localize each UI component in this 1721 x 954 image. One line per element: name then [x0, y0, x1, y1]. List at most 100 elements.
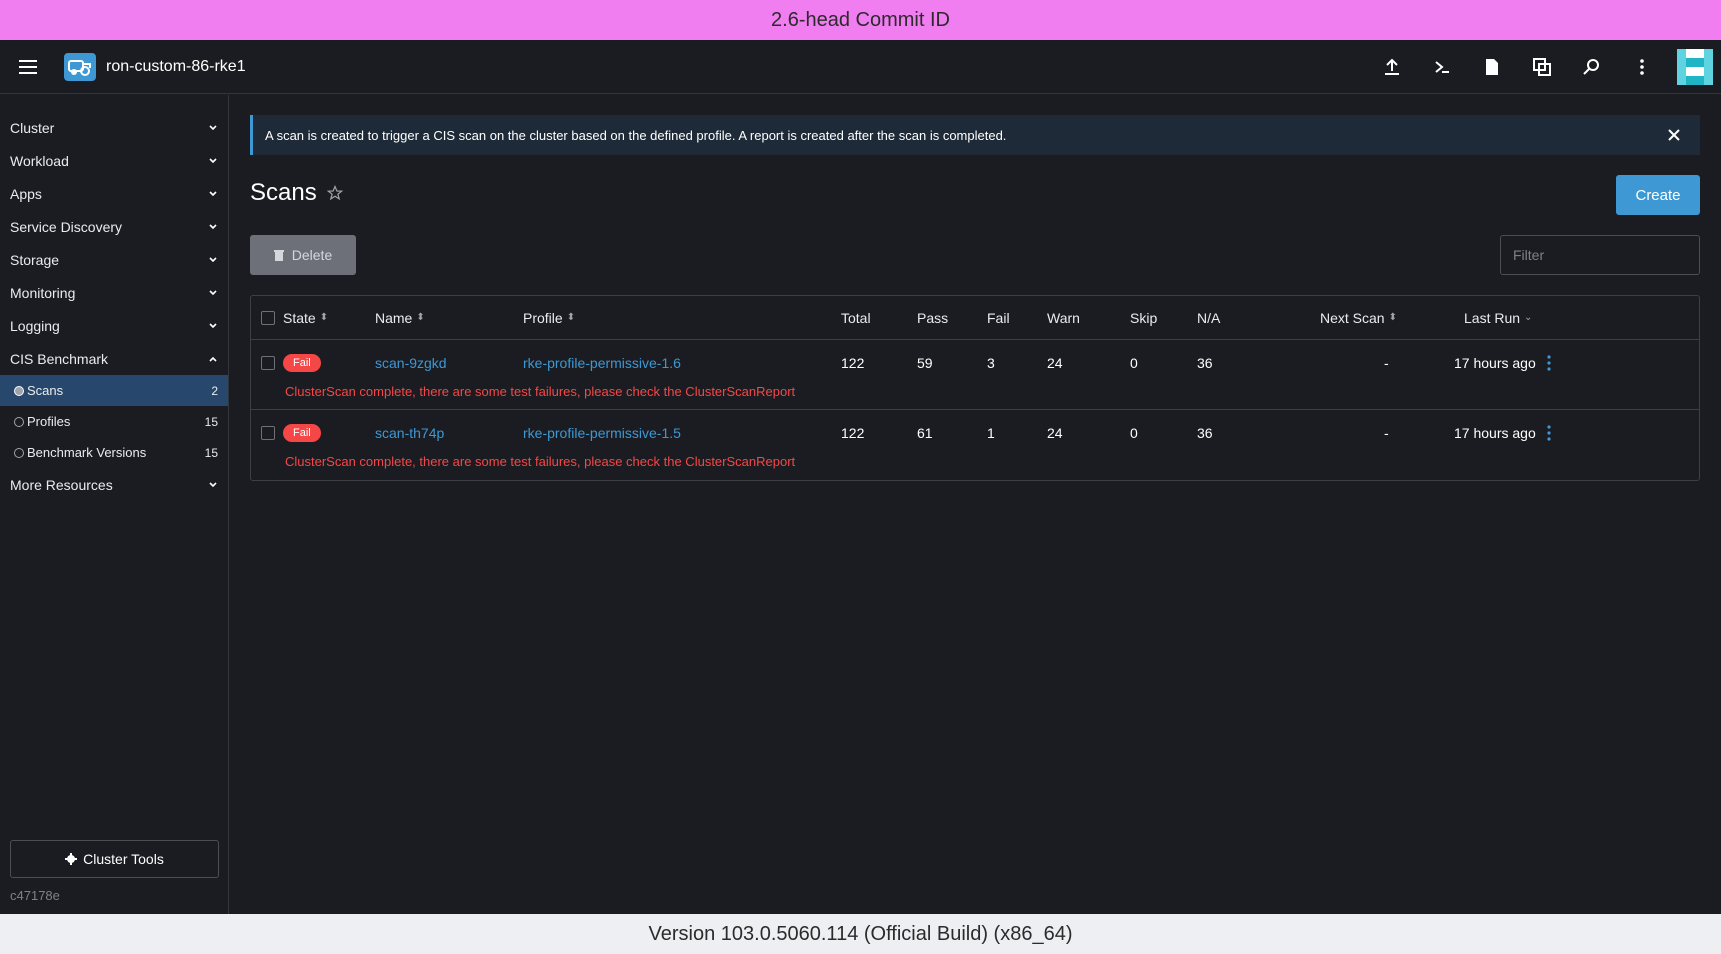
cluster-tools-label: Cluster Tools	[83, 851, 164, 867]
more-vertical-icon[interactable]	[1539, 423, 1559, 443]
info-banner: A scan is created to trigger a CIS scan …	[250, 115, 1700, 155]
top-banner: 2.6-head Commit ID	[0, 0, 1721, 40]
row-checkbox[interactable]	[261, 426, 275, 440]
cluster-tools-button[interactable]: Cluster Tools	[10, 840, 219, 878]
page-title: Scans	[250, 179, 343, 207]
column-header-pass: Pass	[917, 296, 948, 340]
close-icon[interactable]	[1666, 127, 1682, 143]
scan-name-link[interactable]: scan-th74p	[375, 425, 444, 441]
column-label: State	[283, 310, 316, 326]
sidebar-group-cluster[interactable]: Cluster	[0, 111, 228, 144]
upload-icon[interactable]	[1367, 40, 1417, 94]
app-header: ron-custom-86-rke1	[0, 40, 1721, 94]
row-status-message: ClusterScan complete, there are some tes…	[285, 454, 796, 469]
main-content: A scan is created to trigger a CIS scan …	[230, 95, 1721, 914]
sidebar-item-scans[interactable]: Scans 2	[0, 375, 228, 406]
skip-cell: 0	[1130, 425, 1138, 441]
trash-icon	[273, 250, 284, 261]
sidebar-group-label: Monitoring	[10, 284, 76, 301]
chevron-down-icon	[209, 157, 217, 163]
sidebar-item-count: 15	[204, 414, 218, 429]
row-select-cell	[261, 340, 275, 386]
header-actions	[1367, 40, 1713, 94]
scan-name-link[interactable]: scan-9zgkd	[375, 355, 447, 371]
sidebar-group-apps[interactable]: Apps	[0, 177, 228, 210]
sidebar-item-label: Profiles	[27, 414, 71, 429]
profile-cell: rke-profile-permissive-1.6	[523, 340, 681, 386]
sidebar-group-workload[interactable]: Workload	[0, 144, 228, 177]
kubectl-shell-icon[interactable]	[1417, 40, 1467, 94]
state-cell: Fail	[283, 410, 321, 456]
user-avatar[interactable]	[1677, 49, 1713, 85]
copy-kubeconfig-icon[interactable]	[1517, 40, 1567, 94]
sidebar-group-logging[interactable]: Logging	[0, 309, 228, 342]
sidebar-group-label: Apps	[10, 185, 42, 202]
kubeconfig-file-icon[interactable]	[1467, 40, 1517, 94]
status-badge: Fail	[283, 424, 321, 442]
resource-icon	[14, 447, 24, 458]
column-label: N/A	[1197, 310, 1221, 326]
star-icon[interactable]	[326, 185, 343, 201]
bottom-banner: Version 103.0.5060.114 (Official Build) …	[0, 914, 1721, 954]
more-vertical-icon[interactable]	[1539, 353, 1559, 373]
profile-cell: rke-profile-permissive-1.5	[523, 410, 681, 456]
column-header-last-run[interactable]: Last Run ⌄	[1464, 296, 1532, 340]
column-label: Last Run	[1464, 310, 1521, 326]
column-header-total: Total	[841, 296, 871, 340]
column-label: Name	[375, 310, 413, 326]
cluster-icon	[64, 52, 96, 81]
sidebar-item-count: 2	[211, 383, 218, 398]
chevron-down-icon	[209, 289, 217, 295]
chevron-down-icon	[209, 256, 217, 262]
more-vertical-icon[interactable]	[1617, 40, 1667, 94]
na-cell: 36	[1197, 425, 1213, 441]
search-icon[interactable]	[1567, 40, 1617, 94]
chevron-down-icon	[209, 124, 217, 130]
sidebar-group-monitoring[interactable]: Monitoring	[0, 276, 228, 309]
chevron-down-icon	[209, 223, 217, 229]
next-scan-cell: -	[1384, 355, 1389, 371]
row-status-message: ClusterScan complete, there are some tes…	[285, 384, 796, 399]
sidebar-item-profiles[interactable]: Profiles 15	[0, 406, 228, 437]
page-title-text: Scans	[250, 179, 317, 206]
row-actions-cell	[1539, 410, 1559, 456]
column-header-next-scan[interactable]: Next Scan ⬍	[1320, 296, 1397, 340]
sidebar-item-count: 15	[204, 445, 218, 460]
create-button[interactable]: Create	[1616, 175, 1700, 215]
chevron-down-icon	[209, 190, 217, 196]
column-header-profile[interactable]: Profile ⬍	[523, 296, 575, 340]
state-cell: Fail	[283, 340, 321, 386]
fail-cell: 1	[987, 425, 995, 441]
column-label: Skip	[1130, 310, 1158, 326]
filter-input[interactable]	[1500, 235, 1700, 275]
sidebar-item-label: Scans	[27, 383, 64, 398]
delete-button[interactable]: Delete	[250, 235, 356, 275]
scans-table: State ⬍ Name ⬍ Profile ⬍ Total Pass Fail Wa…	[250, 295, 1700, 481]
status-badge: Fail	[283, 354, 321, 372]
sidebar-item-benchmark-versions[interactable]: Benchmark Versions 15	[0, 437, 228, 468]
column-label: Next Scan	[1320, 310, 1385, 326]
sidebar-group-service-discovery[interactable]: Service Discovery	[0, 210, 228, 243]
profile-link[interactable]: rke-profile-permissive-1.5	[523, 425, 681, 441]
pass-cell: 59	[917, 355, 933, 371]
select-all-checkbox[interactable]	[261, 311, 275, 325]
warn-cell: 24	[1047, 355, 1063, 371]
cluster-name[interactable]: ron-custom-86-rke1	[106, 58, 246, 76]
sidebar-group-label: CIS Benchmark	[10, 350, 109, 367]
row-checkbox[interactable]	[261, 356, 275, 370]
name-cell: scan-th74p	[375, 410, 444, 456]
menu-icon[interactable]	[0, 40, 56, 94]
sidebar-group-cis-benchmark[interactable]: CIS Benchmark	[0, 342, 228, 375]
chevron-up-icon	[209, 356, 217, 362]
profile-link[interactable]: rke-profile-permissive-1.6	[523, 355, 681, 371]
warn-cell: 24	[1047, 425, 1063, 441]
build-hash: c47178e	[10, 888, 60, 903]
sidebar-group-storage[interactable]: Storage	[0, 243, 228, 276]
sort-icon: ⬍	[566, 312, 576, 323]
row-actions-cell	[1539, 340, 1559, 386]
table-header: State ⬍ Name ⬍ Profile ⬍ Total Pass Fail Wa…	[251, 296, 1699, 340]
column-header-skip: Skip	[1130, 296, 1157, 340]
sidebar-group-more-resources[interactable]: More Resources	[0, 468, 228, 501]
column-header-name[interactable]: Name ⬍	[375, 296, 425, 340]
column-header-state[interactable]: State ⬍	[283, 296, 328, 340]
